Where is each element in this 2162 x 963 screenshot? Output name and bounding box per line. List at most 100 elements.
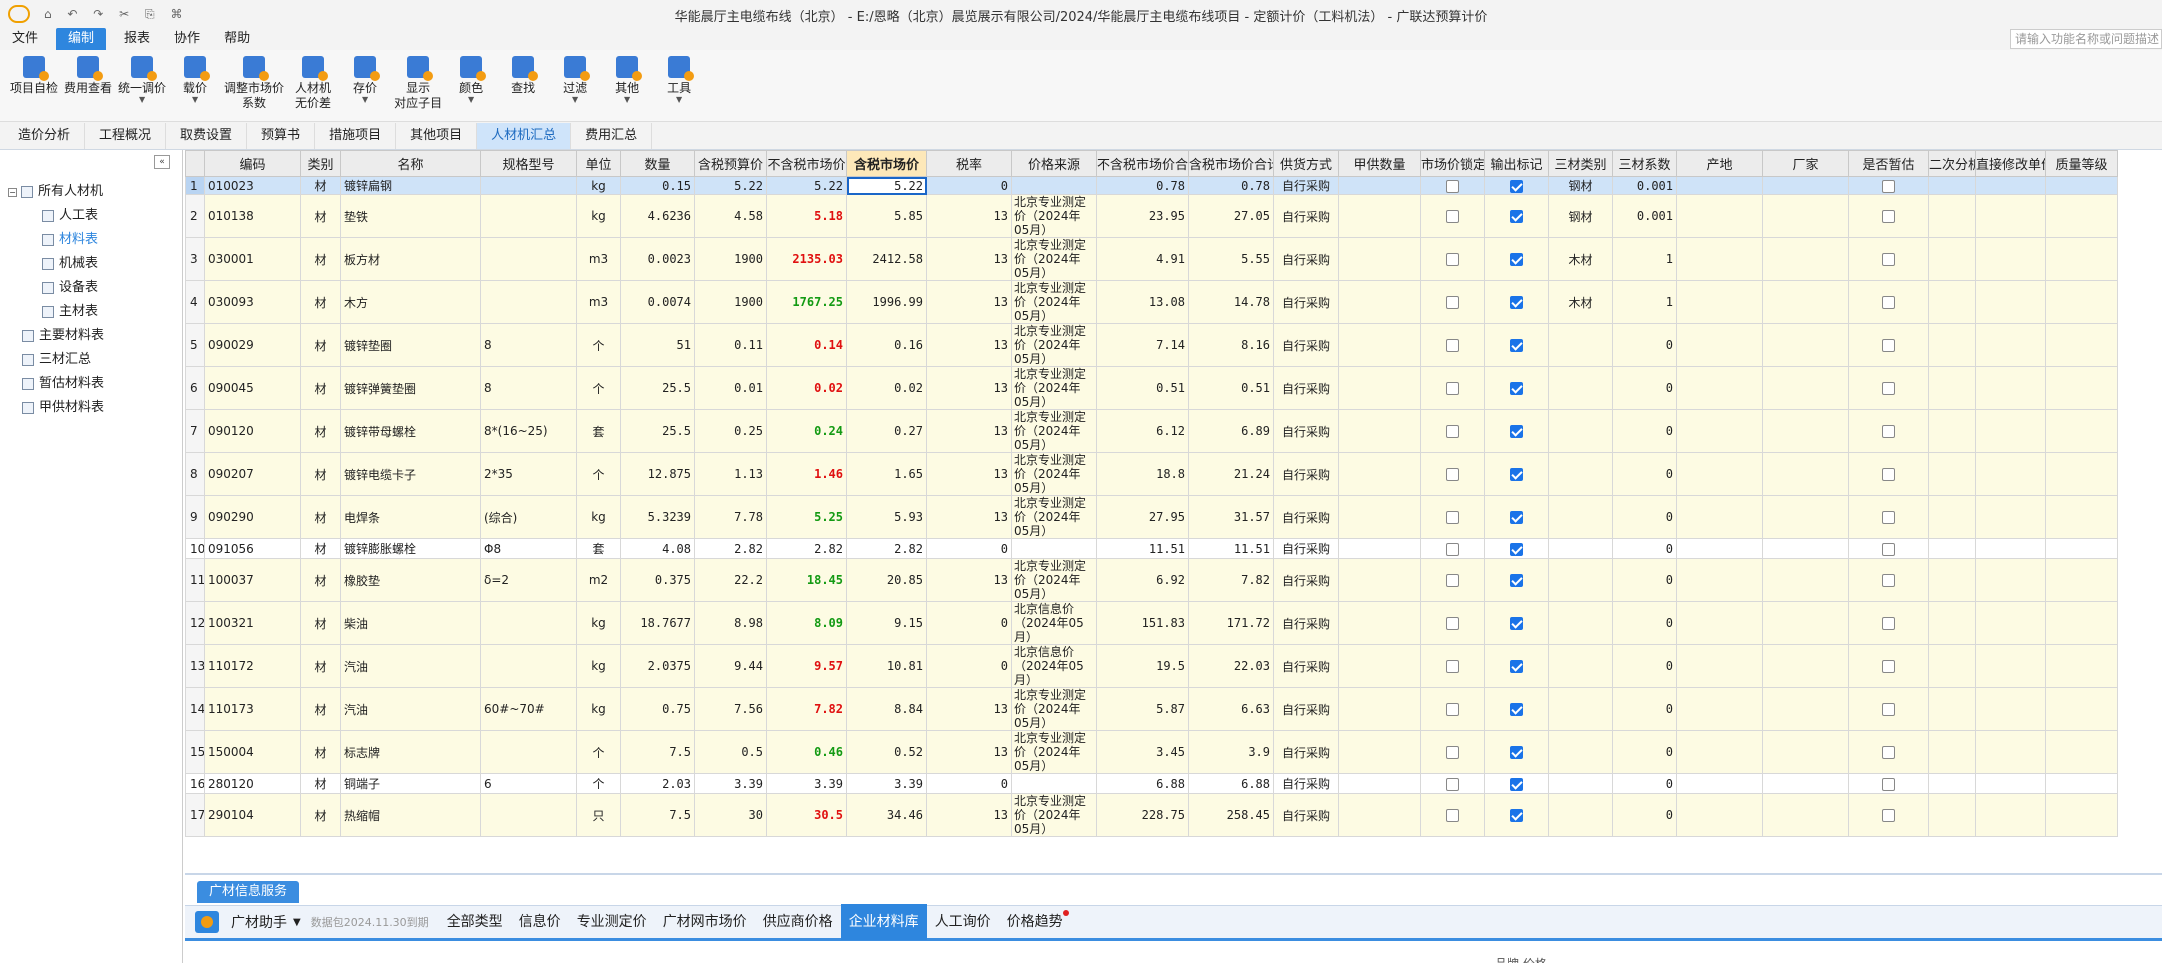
origin-cell[interactable] (1676, 793, 1763, 837)
manufacturer-cell[interactable] (1762, 495, 1849, 539)
quality-grade-cell[interactable] (2045, 323, 2118, 367)
column-header[interactable]: 输出标记 (1484, 150, 1549, 177)
manufacturer-cell[interactable] (1762, 366, 1849, 410)
total-ex-tax-cell[interactable]: 19.5 (1096, 644, 1189, 688)
material-coef-cell[interactable]: 0 (1612, 452, 1677, 496)
unit-cell[interactable]: 个 (576, 323, 621, 367)
material-category-cell[interactable] (1548, 452, 1613, 496)
output-flag-checkbox[interactable] (1484, 730, 1549, 774)
output-flag-checkbox-box[interactable] (1510, 660, 1523, 673)
price-lock-checkbox[interactable] (1420, 730, 1485, 774)
supply-method-cell[interactable]: 自行采购 (1273, 409, 1339, 453)
output-flag-checkbox[interactable] (1484, 237, 1549, 281)
quality-grade-cell[interactable] (2045, 687, 2118, 731)
origin-cell[interactable] (1676, 323, 1763, 367)
table-row[interactable]: 6 090045 材镀锌弹簧垫圈 8 个 25.5 0.01 0.02 0.02 13 北京专业测定… (185, 366, 2118, 410)
market-price-ex-tax-cell[interactable]: 8.09 (766, 601, 847, 645)
provisional-checkbox-box[interactable] (1882, 179, 1895, 193)
origin-cell[interactable] (1676, 237, 1763, 281)
total-in-tax-cell[interactable]: 6.89 (1188, 409, 1274, 453)
tab-7[interactable]: 费用汇总 (571, 123, 653, 149)
column-header[interactable]: 含税市场价 (846, 150, 927, 177)
output-flag-checkbox[interactable] (1484, 644, 1549, 688)
quick-access-toolbar[interactable]: ⌂ ↶ ↷ ✂ ⎘ ⌘ (44, 7, 188, 22)
manufacturer-cell[interactable] (1762, 793, 1849, 837)
manufacturer-cell[interactable] (1762, 323, 1849, 367)
table-row[interactable]: 2 010138 材垫铁 kg 4.6236 4.58 5.18 5.85 13 北京专业测定价（… (185, 194, 2118, 238)
qty-cell[interactable]: 0.0074 (620, 280, 695, 324)
spec-cell[interactable]: 6 (480, 773, 577, 794)
name-cell[interactable]: 垫铁 (340, 194, 481, 238)
chevron-down-icon[interactable]: ▼ (362, 96, 368, 104)
unit-cell[interactable]: 只 (576, 793, 621, 837)
supply-method-cell[interactable]: 自行采购 (1273, 538, 1339, 559)
price-source-cell[interactable]: 北京专业测定价（2024年05月） (1011, 558, 1097, 602)
column-header[interactable]: 产地 (1676, 150, 1763, 177)
type-cell[interactable]: 材 (300, 194, 341, 238)
secondary-analysis-cell[interactable] (1928, 558, 1976, 602)
price-source-cell[interactable]: 北京专业测定价（2024年05月） (1011, 409, 1097, 453)
code-cell[interactable]: 090029 (204, 323, 301, 367)
tax-rate-cell[interactable]: 13 (926, 280, 1012, 324)
type-cell[interactable]: 材 (300, 495, 341, 539)
supply-method-cell[interactable]: 自行采购 (1273, 644, 1339, 688)
total-in-tax-cell[interactable]: 258.45 (1188, 793, 1274, 837)
unit-cell[interactable]: kg (576, 687, 621, 731)
qty-cell[interactable]: 0.0023 (620, 237, 695, 281)
manufacturer-cell[interactable] (1762, 644, 1849, 688)
budget-price-cell[interactable]: 0.5 (694, 730, 767, 774)
price-lock-checkbox-box[interactable] (1446, 777, 1459, 791)
output-flag-checkbox-box[interactable] (1510, 468, 1523, 481)
type-cell[interactable]: 材 (300, 280, 341, 324)
table-row[interactable]: 17 290104 材热缩帽 只 7.5 30 30.5 34.46 13 北京专业测定价（202… (185, 793, 2118, 837)
total-ex-tax-cell[interactable]: 6.92 (1096, 558, 1189, 602)
direct-edit-price-cell[interactable] (1975, 366, 2046, 410)
total-in-tax-cell[interactable]: 21.24 (1188, 452, 1274, 496)
secondary-analysis-cell[interactable] (1928, 687, 1976, 731)
origin-cell[interactable] (1676, 601, 1763, 645)
secondary-analysis-cell[interactable] (1928, 409, 1976, 453)
qty-cell[interactable]: 5.3239 (620, 495, 695, 539)
unit-cell[interactable]: 套 (576, 409, 621, 453)
code-cell[interactable]: 030093 (204, 280, 301, 324)
column-header[interactable]: 质量等级 (2045, 150, 2118, 177)
provisional-checkbox-box[interactable] (1882, 660, 1895, 673)
provisional-checkbox-box[interactable] (1882, 210, 1895, 223)
total-in-tax-cell[interactable]: 6.88 (1188, 773, 1274, 794)
tax-rate-cell[interactable]: 0 (926, 538, 1012, 559)
spec-cell[interactable]: (综合) (480, 495, 577, 539)
table-row[interactable]: 9 090290 材电焊条 (综合) kg 5.3239 7.78 5.25 5.93 13 北京专… (185, 495, 2118, 539)
secondary-analysis-cell[interactable] (1928, 730, 1976, 774)
secondary-analysis-cell[interactable] (1928, 194, 1976, 238)
menu-item-0[interactable]: 文件 (0, 28, 50, 50)
price-source-cell[interactable]: 北京专业测定价（2024年05月） (1011, 237, 1097, 281)
total-ex-tax-cell[interactable]: 13.08 (1096, 280, 1189, 324)
unit-cell[interactable]: kg (576, 176, 621, 195)
secondary-analysis-cell[interactable] (1928, 601, 1976, 645)
price-source-cell[interactable]: 北京专业测定价（2024年05月） (1011, 687, 1097, 731)
manufacturer-cell[interactable] (1762, 687, 1849, 731)
tax-rate-cell[interactable]: 0 (926, 644, 1012, 688)
column-header[interactable]: 数量 (620, 150, 695, 177)
output-flag-checkbox[interactable] (1484, 793, 1549, 837)
manufacturer-cell[interactable] (1762, 194, 1849, 238)
unit-cell[interactable]: 个 (576, 730, 621, 774)
column-header[interactable]: 名称 (340, 150, 481, 177)
material-category-cell[interactable] (1548, 687, 1613, 731)
supply-method-cell[interactable]: 自行采购 (1273, 687, 1339, 731)
spec-cell[interactable] (480, 194, 577, 238)
unit-cell[interactable]: 个 (576, 773, 621, 794)
material-category-cell[interactable] (1548, 730, 1613, 774)
chevron-down-icon[interactable]: ▼ (139, 96, 145, 104)
filter-button[interactable]: 过滤 ▼ (552, 50, 598, 104)
secondary-analysis-cell[interactable] (1928, 793, 1976, 837)
price-lock-checkbox-box[interactable] (1446, 425, 1459, 438)
owner-supply-qty-cell[interactable] (1338, 409, 1421, 453)
secondary-analysis-cell[interactable] (1928, 773, 1976, 794)
market-price-in-tax-cell[interactable]: 2412.58 (846, 237, 927, 281)
provisional-checkbox[interactable] (1848, 730, 1929, 774)
total-in-tax-cell[interactable]: 0.78 (1188, 176, 1274, 195)
material-category-cell[interactable] (1548, 793, 1613, 837)
provisional-checkbox[interactable] (1848, 366, 1929, 410)
material-category-cell[interactable]: 木材 (1548, 237, 1613, 281)
